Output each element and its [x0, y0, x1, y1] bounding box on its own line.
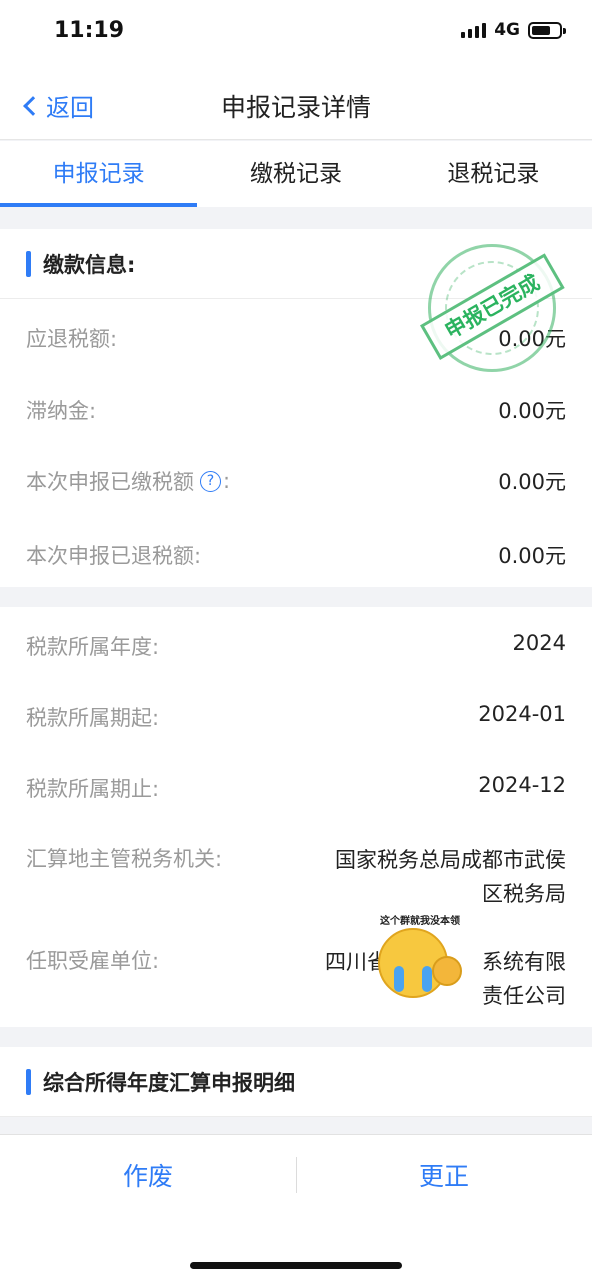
tab-bar: 申报记录 缴税记录 退税记录 [0, 141, 592, 207]
tax-authority-line1: 国家税务总局成都市武侯 [335, 848, 566, 872]
paid-tax-label: 本次申报已缴税额 ? : [26, 466, 230, 496]
refundable-tax-label: 应退税额: [26, 327, 118, 351]
correct-button[interactable]: 更正 [296, 1157, 592, 1193]
annual-detail-title: 综合所得年度汇算申报明细 [43, 1070, 295, 1095]
period-start-value: 2024-01 [478, 702, 566, 726]
battery-icon [528, 21, 566, 39]
row-refunded-tax: 本次申报已退税额: 0.00元 [26, 540, 566, 570]
employer-line1-suffix: 系统有限 [482, 950, 566, 974]
period-start-label: 税款所属期起: [26, 706, 160, 730]
bottom-action-bar: 作废 更正 [0, 1134, 592, 1280]
tax-period-card: 税款所属年度: 2024 税款所属期起: 2024-01 税款所属期止: 202… [0, 607, 592, 1027]
tax-authority-line2: 区税务局 [482, 882, 566, 906]
void-button[interactable]: 作废 [0, 1157, 296, 1193]
period-end-value: 2024-12 [478, 773, 566, 797]
row-employer: 任职受雇单位: 四川省 系统有限 责任公司 [26, 945, 566, 1013]
row-paid-tax: 本次申报已缴税额 ? : 0.00元 [26, 466, 566, 496]
row-tax-authority: 汇算地主管税务机关: 国家税务总局成都市武侯 区税务局 [26, 843, 566, 911]
status-bar: 11:19 4G [0, 0, 592, 64]
fist-icon [432, 956, 462, 986]
paid-tax-label-colon: : [223, 469, 231, 493]
network-type: 4G [494, 20, 520, 40]
status-time: 11:19 [54, 18, 125, 43]
tab-payment-records[interactable]: 缴税记录 [197, 141, 394, 207]
late-fee-value: 0.00元 [498, 399, 566, 423]
section-marker [26, 250, 31, 277]
annual-detail-header: 综合所得年度汇算申报明细 [0, 1047, 592, 1117]
refunded-tax-label: 本次申报已退税额: [26, 544, 202, 568]
row-late-fee: 滞纳金: 0.00元 [26, 395, 566, 425]
payment-info-title: 缴款信息: [43, 252, 136, 277]
status-icons: 4G [461, 20, 566, 40]
section-marker [26, 1068, 31, 1095]
signal-icon [461, 22, 487, 38]
tax-year-value: 2024 [512, 631, 566, 655]
employer-label: 任职受雇单位: [26, 949, 160, 973]
tax-authority-value: 国家税务总局成都市武侯 区税务局 [335, 843, 566, 911]
tab-declaration-records[interactable]: 申报记录 [0, 141, 198, 207]
help-icon[interactable]: ? [200, 470, 221, 492]
employer-line2: 责任公司 [482, 984, 566, 1008]
refunded-tax-value: 0.00元 [498, 544, 566, 568]
row-period-start: 税款所属期起: 2024-01 [26, 702, 566, 732]
page-title: 申报记录详情 [220, 93, 371, 122]
crying-emoji-sticker: 这个群就我没本领 [370, 912, 470, 1002]
tax-authority-label: 汇算地主管税务机关: [26, 847, 223, 871]
nav-bar: 返回 申报记录详情 [0, 64, 592, 140]
tax-year-label: 税款所属年度: [26, 635, 160, 659]
late-fee-label: 滞纳金: [26, 399, 97, 423]
paid-tax-value: 0.00元 [498, 470, 566, 494]
tab-refund-records[interactable]: 退税记录 [395, 141, 592, 207]
annual-detail-card[interactable]: 综合所得年度汇算申报明细 [0, 1047, 592, 1117]
period-end-label: 税款所属期止: [26, 777, 160, 801]
row-period-end: 税款所属期止: 2024-12 [26, 773, 566, 803]
sticker-caption: 这个群就我没本领 [380, 916, 460, 927]
home-indicator[interactable] [190, 1262, 402, 1269]
row-tax-year: 税款所属年度: 2024 [26, 631, 566, 661]
paid-tax-label-text: 本次申报已缴税额 [26, 470, 194, 494]
